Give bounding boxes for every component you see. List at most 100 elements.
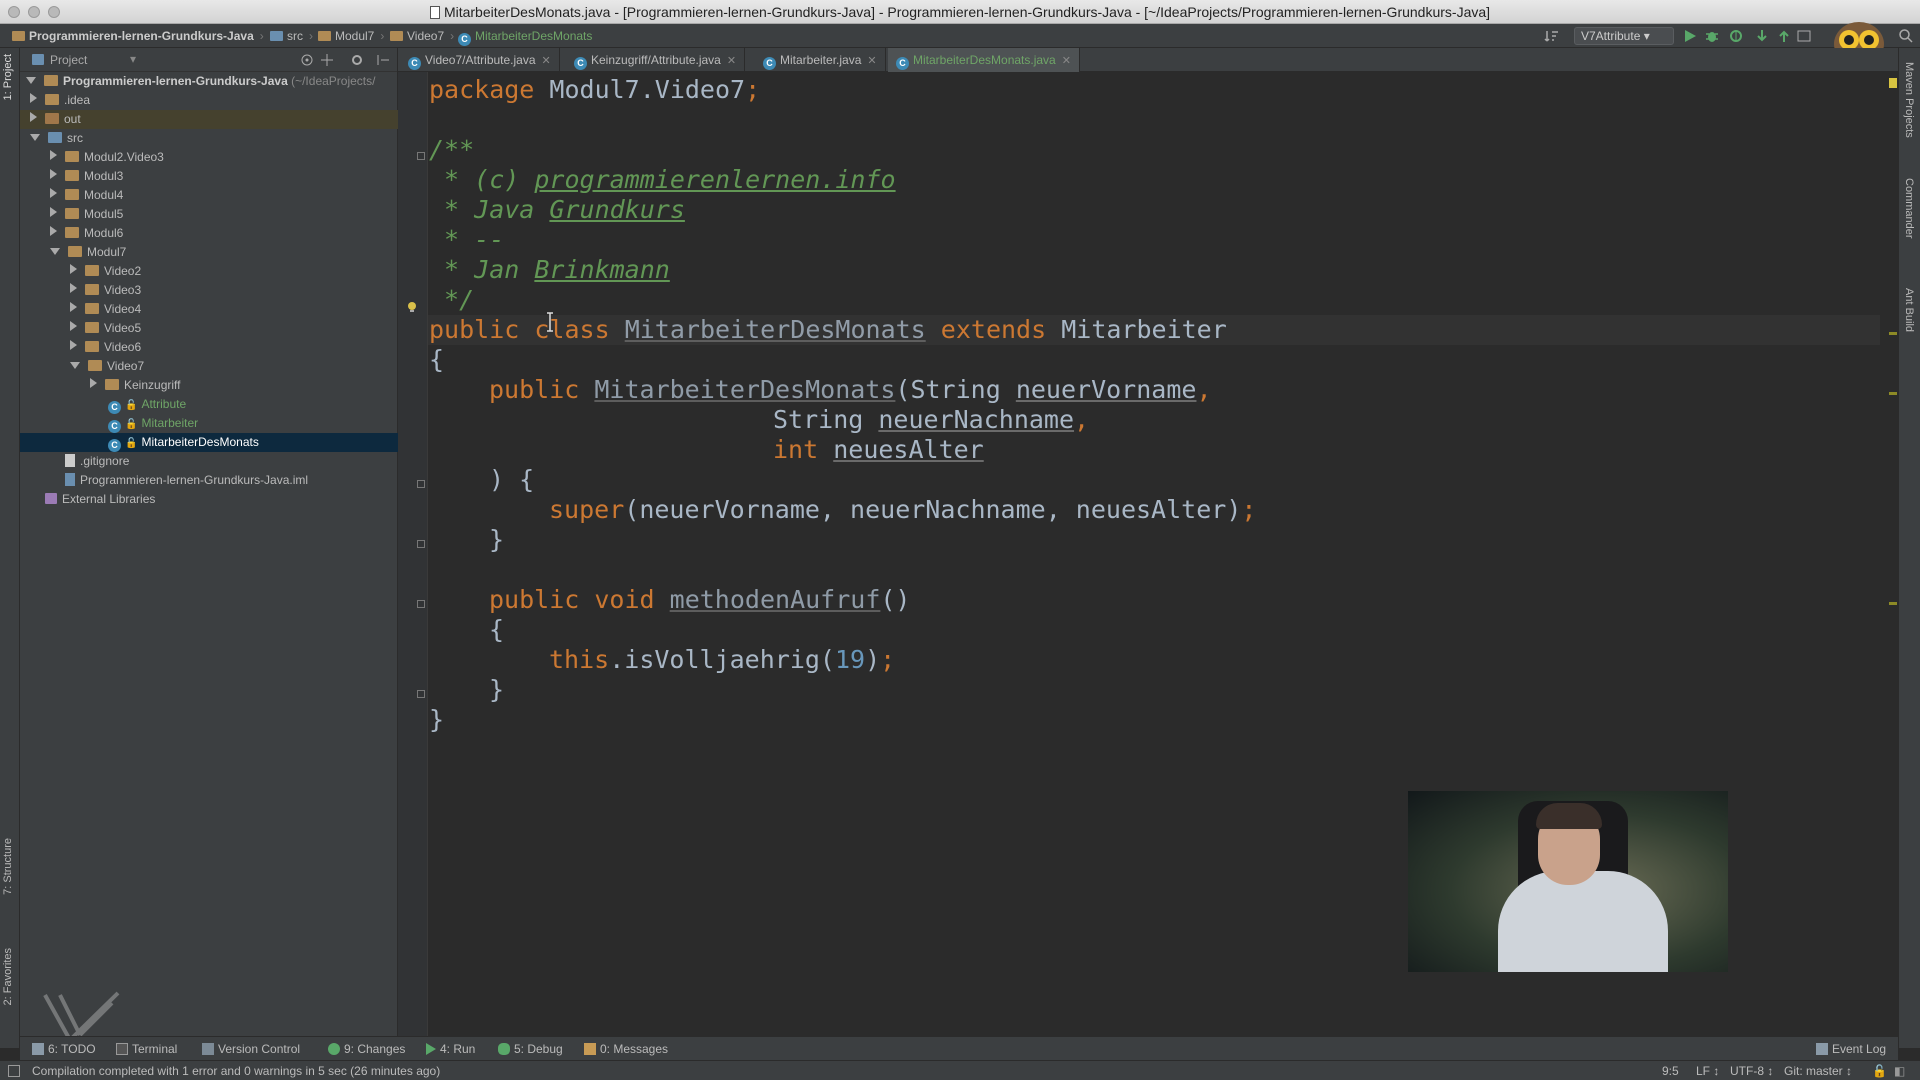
tab-mitarbeiter[interactable]: C Mitarbeiter.java ✕ bbox=[755, 48, 886, 72]
tree-node-modul7[interactable]: Modul7 bbox=[20, 243, 398, 262]
tab-video7-attribute[interactable]: C Video7/Attribute.java ✕ bbox=[400, 48, 560, 72]
tree-node-video6[interactable]: Video6 bbox=[20, 338, 398, 357]
terminal-tool-button[interactable]: Terminal bbox=[116, 1042, 177, 1056]
tree-node-root[interactable]: Programmieren-lernen-Grundkurs-Java (~/I… bbox=[20, 72, 398, 91]
breadcrumb-modul7[interactable]: Modul7 › bbox=[318, 29, 384, 43]
tool-label: 6: TODO bbox=[48, 1042, 96, 1056]
tree-node-video2[interactable]: Video2 bbox=[20, 262, 398, 281]
sort-icon[interactable] bbox=[1544, 28, 1560, 44]
close-tab-icon[interactable]: ✕ bbox=[542, 55, 551, 67]
tree-node-iml[interactable]: Programmieren-lernen-Grundkurs-Java.iml bbox=[20, 471, 398, 490]
run-configuration-select[interactable]: V7Attribute ▾ bbox=[1574, 27, 1674, 45]
settings-icon[interactable] bbox=[1796, 28, 1812, 44]
tree-node-out[interactable]: out bbox=[20, 110, 398, 129]
breadcrumb-separator: › bbox=[450, 29, 455, 43]
tree-node-modul6[interactable]: Modul6 bbox=[20, 224, 398, 243]
tree-node-keinzugriff[interactable]: Keinzugriff bbox=[20, 376, 398, 395]
debug-icon[interactable] bbox=[1704, 28, 1720, 44]
keyword: extends bbox=[940, 315, 1047, 344]
messages-tool-button[interactable]: 0: Messages bbox=[584, 1042, 668, 1056]
breadcrumb-project[interactable]: Programmieren-lernen-Grundkurs-Java › bbox=[12, 29, 264, 43]
code-line-comment-3: * Java Grundkurs bbox=[429, 195, 685, 225]
tree-node-label: .gitignore bbox=[80, 454, 130, 468]
tree-node-src[interactable]: src bbox=[20, 129, 398, 148]
fold-marker-icon[interactable] bbox=[417, 690, 425, 698]
vcs-update-icon[interactable] bbox=[1754, 28, 1770, 44]
fold-marker-icon[interactable] bbox=[417, 540, 425, 548]
encoding-select[interactable]: UTF-8 ↕ bbox=[1730, 1064, 1773, 1078]
run-tool-button[interactable]: 4: Run bbox=[426, 1042, 475, 1056]
warning-marker[interactable] bbox=[1889, 392, 1897, 395]
tree-node-external-libraries[interactable]: External Libraries bbox=[20, 490, 398, 509]
tree-node-mitarbeiter[interactable]: C 🔓 Mitarbeiter bbox=[20, 414, 398, 433]
tab-mitarbeiterdesmonats[interactable]: C MitarbeiterDesMonats.java ✕ bbox=[888, 48, 1080, 72]
run-icon[interactable] bbox=[1682, 28, 1698, 44]
tree-node-mitarbeiterdesmonats[interactable]: C 🔓 MitarbeiterDesMonats bbox=[20, 433, 398, 452]
version-control-tool-button[interactable]: Version Control bbox=[202, 1042, 300, 1056]
tree-node-video5[interactable]: Video5 bbox=[20, 319, 398, 338]
project-view-selector[interactable]: Project bbox=[50, 53, 87, 67]
search-icon[interactable] bbox=[1898, 28, 1914, 44]
tree-node-video4[interactable]: Video4 bbox=[20, 300, 398, 319]
event-log-tool-button[interactable]: Event Log bbox=[1816, 1042, 1886, 1056]
breadcrumb-label: Video7 bbox=[407, 29, 445, 43]
status-message[interactable]: Compilation completed with 1 error and 0… bbox=[32, 1064, 440, 1078]
changes-tool-button[interactable]: 9: Changes bbox=[328, 1042, 405, 1056]
editor-gutter[interactable] bbox=[398, 72, 428, 1036]
warning-marker[interactable] bbox=[1889, 602, 1897, 605]
lock-icon[interactable]: 🔓 bbox=[1872, 1064, 1887, 1078]
line-separator-select[interactable]: LF ↕ bbox=[1696, 1064, 1719, 1078]
collapsed-arrow-icon bbox=[70, 283, 77, 293]
fold-marker-icon[interactable] bbox=[417, 152, 425, 160]
coverage-icon[interactable] bbox=[1728, 28, 1744, 44]
tree-node-idea[interactable]: .idea bbox=[20, 91, 398, 110]
error-stripe[interactable] bbox=[1886, 72, 1897, 1036]
keyword: public bbox=[489, 375, 580, 404]
tree-node-modul3[interactable]: Modul3 bbox=[20, 167, 398, 186]
hide-panel-icon[interactable] bbox=[376, 53, 390, 67]
tree-node-modul5[interactable]: Modul5 bbox=[20, 205, 398, 224]
tab-label: MitarbeiterDesMonats.java bbox=[913, 53, 1056, 67]
caret-position[interactable]: 9:5 bbox=[1662, 1064, 1679, 1078]
breadcrumb-class[interactable]: C MitarbeiterDesMonats bbox=[458, 29, 592, 46]
breadcrumb-src[interactable]: src › bbox=[270, 29, 313, 43]
tree-node-attribute[interactable]: C 🔓 Attribute bbox=[20, 395, 398, 414]
tree-node-modul4[interactable]: Modul4 bbox=[20, 186, 398, 205]
folder-icon bbox=[318, 31, 331, 41]
keyword: package bbox=[429, 75, 535, 104]
git-branch-select[interactable]: Git: master ↕ bbox=[1784, 1064, 1852, 1078]
todo-icon bbox=[32, 1043, 44, 1055]
collapse-all-icon[interactable] bbox=[320, 53, 334, 67]
project-tool-tab[interactable]: 1: Project bbox=[2, 54, 14, 100]
structure-tool-tab[interactable]: 7: Structure bbox=[2, 838, 14, 895]
favorites-tool-tab[interactable]: 2: Favorites bbox=[2, 948, 14, 1005]
todo-tool-button[interactable]: 6: TODO bbox=[32, 1042, 96, 1056]
chevron-down-icon[interactable]: ▾ bbox=[130, 52, 136, 66]
ant-build-tab[interactable]: Ant Build bbox=[1903, 288, 1915, 332]
fold-marker-icon[interactable] bbox=[417, 480, 425, 488]
close-tab-icon[interactable]: ✕ bbox=[1062, 55, 1071, 67]
tab-keinzugriff-attribute[interactable]: C Keinzugriff/Attribute.java ✕ bbox=[566, 48, 746, 72]
gear-icon[interactable] bbox=[350, 53, 364, 67]
commander-tab[interactable]: Commander bbox=[1903, 178, 1915, 239]
expanded-arrow-icon bbox=[70, 362, 80, 369]
tool-label: 5: Debug bbox=[514, 1042, 563, 1056]
inspector-icon[interactable]: ◧ bbox=[1894, 1064, 1905, 1078]
warning-marker[interactable] bbox=[1889, 332, 1897, 335]
toggle-tool-windows-icon[interactable] bbox=[8, 1065, 20, 1077]
expanded-arrow-icon bbox=[30, 134, 40, 141]
debug-tool-button[interactable]: 5: Debug bbox=[498, 1042, 563, 1056]
tree-node-gitignore[interactable]: .gitignore bbox=[20, 452, 398, 471]
fold-marker-icon[interactable] bbox=[417, 600, 425, 608]
analysis-status-icon[interactable] bbox=[1889, 78, 1897, 88]
lightbulb-icon[interactable] bbox=[406, 300, 418, 312]
maven-projects-tab[interactable]: Maven Projects bbox=[1903, 62, 1915, 138]
tree-node-video7[interactable]: Video7 bbox=[20, 357, 398, 376]
tree-node-video3[interactable]: Video3 bbox=[20, 281, 398, 300]
close-tab-icon[interactable]: ✕ bbox=[867, 55, 876, 67]
tree-node-modul2-video3[interactable]: Modul2.Video3 bbox=[20, 148, 398, 167]
scroll-from-source-icon[interactable] bbox=[300, 53, 314, 67]
breadcrumb-video7[interactable]: Video7 › bbox=[390, 29, 454, 43]
vcs-commit-icon[interactable] bbox=[1776, 28, 1792, 44]
close-tab-icon[interactable]: ✕ bbox=[727, 55, 736, 67]
